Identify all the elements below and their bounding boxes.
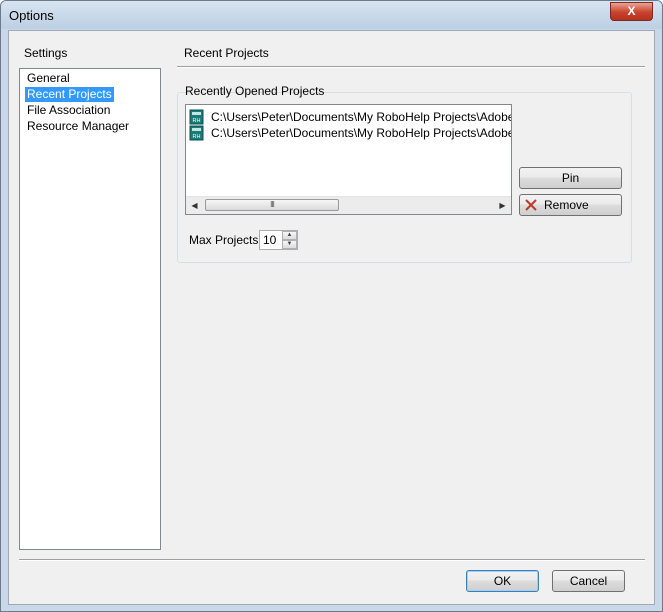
- recent-projects-list[interactable]: RH C:\Users\Peter\Documents\My RoboHelp …: [185, 104, 512, 215]
- ok-button[interactable]: OK: [466, 570, 539, 592]
- max-projects-label: Max Projects:: [189, 233, 262, 247]
- list-item[interactable]: RH C:\Users\Peter\Documents\My RoboHelp …: [189, 109, 512, 125]
- remove-x-icon: [525, 199, 537, 211]
- tree-item-recent-projects[interactable]: Recent Projects: [25, 87, 114, 102]
- robohelp-project-icon: RH: [189, 125, 204, 141]
- max-projects-value[interactable]: 10: [263, 233, 276, 247]
- ok-button-label: OK: [493, 574, 512, 588]
- project-path: C:\Users\Peter\Documents\My RoboHelp Pro…: [211, 110, 512, 124]
- close-icon: X: [627, 4, 636, 18]
- settings-tree[interactable]: General Recent Projects File Association…: [19, 68, 161, 550]
- window-title: Options: [9, 8, 54, 23]
- footer-divider: [19, 559, 645, 561]
- robohelp-project-icon: RH: [189, 109, 204, 125]
- pin-button-label: Pin: [561, 171, 580, 185]
- svg-text:RH: RH: [193, 118, 201, 124]
- cancel-button-label: Cancel: [569, 574, 608, 588]
- options-dialog: Options X Settings General Recent Projec…: [0, 0, 663, 612]
- dialog-client-area: Settings General Recent Projects File As…: [8, 30, 655, 605]
- horizontal-scrollbar[interactable]: ◀ III ▶: [186, 196, 511, 214]
- group-label: Recently Opened Projects: [185, 84, 325, 98]
- max-projects-stepper[interactable]: 10 ▲ ▼: [259, 230, 298, 250]
- remove-button[interactable]: Remove: [519, 194, 622, 216]
- page-title: Recent Projects: [184, 46, 269, 60]
- project-path: C:\Users\Peter\Documents\My RoboHelp Pro…: [211, 126, 512, 140]
- stepper-up-icon[interactable]: ▲: [282, 231, 297, 240]
- list-item[interactable]: RH C:\Users\Peter\Documents\My RoboHelp …: [189, 125, 512, 141]
- remove-button-label: Remove: [544, 198, 589, 212]
- scroll-thumb[interactable]: III: [205, 199, 339, 211]
- cancel-button[interactable]: Cancel: [552, 570, 625, 592]
- tree-item-resource-manager[interactable]: Resource Manager: [25, 119, 131, 134]
- scroll-left-icon[interactable]: ◀: [186, 197, 203, 214]
- stepper-down-icon[interactable]: ▼: [282, 240, 297, 249]
- tree-item-general[interactable]: General: [25, 71, 72, 86]
- svg-text:RH: RH: [193, 134, 201, 140]
- pin-button[interactable]: Pin: [519, 167, 622, 189]
- title-divider: [177, 66, 645, 68]
- close-button[interactable]: X: [610, 2, 653, 21]
- scroll-right-icon[interactable]: ▶: [494, 197, 511, 214]
- settings-heading: Settings: [24, 46, 68, 60]
- tree-item-file-association[interactable]: File Association: [25, 103, 112, 118]
- title-bar[interactable]: Options X: [1, 1, 662, 29]
